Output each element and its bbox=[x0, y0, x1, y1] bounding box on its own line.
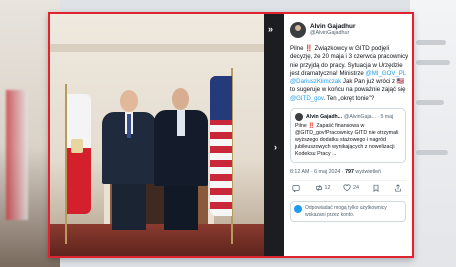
ghost-line bbox=[416, 150, 448, 155]
like-button[interactable]: 24 bbox=[343, 184, 359, 192]
mention-link[interactable]: @DariuszKlimczak bbox=[290, 78, 341, 85]
wall-moulding bbox=[50, 44, 264, 52]
timestamp[interactable]: 8:12 AM · 6 maj 2024 bbox=[290, 169, 340, 175]
quote-text: Pilne ‼️ Zapaść finansowa w @GITD_gov!Pr… bbox=[295, 122, 399, 158]
polish-flag bbox=[67, 94, 91, 214]
mention-link[interactable]: @MI_GOV_PL bbox=[366, 70, 407, 77]
ghost-line bbox=[416, 40, 446, 45]
background-right bbox=[410, 0, 456, 267]
share-icon bbox=[395, 184, 401, 192]
quoted-tweet[interactable]: Alvin Gajadh... @AlvinGaja... · 5 maj Pi… bbox=[290, 107, 406, 164]
reply-icon bbox=[292, 185, 300, 193]
retweet-button[interactable]: 12 bbox=[315, 184, 331, 192]
chevron-right-icon[interactable]: › bbox=[274, 142, 277, 152]
tweet-text: Pilne ‼️ Związkowcy w GITD podjęli decyz… bbox=[290, 45, 409, 102]
views-label: wyświetleń bbox=[355, 169, 382, 176]
us-flag bbox=[210, 76, 232, 216]
heart-icon bbox=[343, 184, 351, 192]
quote-author-handle: @AlvinGaja... · 5 maj bbox=[344, 113, 394, 120]
action-bar: 12 24 bbox=[290, 180, 406, 197]
flag-emblem bbox=[71, 139, 83, 153]
close-icon[interactable]: » bbox=[268, 24, 273, 34]
avatar[interactable] bbox=[290, 22, 306, 38]
modal-divider bbox=[264, 14, 284, 256]
highlight-frame: » › Alvin Gajadhur @AlvinGajadhur Pilne … bbox=[48, 12, 414, 258]
at-sign-icon bbox=[294, 205, 302, 214]
tweet-meta: 8:12 AM · 6 maj 2024 · 797 wyświetleń bbox=[290, 169, 382, 176]
ghost-line bbox=[416, 100, 444, 105]
bookmark-icon bbox=[373, 185, 378, 193]
views-count: 797 bbox=[345, 169, 354, 176]
quote-author-name: Alvin Gajadh... bbox=[306, 113, 343, 120]
tweet-author[interactable]: Alvin Gajadhur @AlvinGajadhur bbox=[290, 19, 406, 41]
mention-link[interactable]: @GITD_gov bbox=[290, 95, 324, 102]
author-handle[interactable]: @AlvinGajadhur bbox=[310, 30, 355, 37]
reply-restriction-note: Odpowiadać mogą tylko użytkownicy wskaza… bbox=[290, 201, 406, 223]
ghost-line bbox=[416, 60, 450, 65]
retweet-icon bbox=[315, 185, 322, 192]
tweet-panel: Alvin Gajadhur @AlvinGajadhur Pilne ‼️ Z… bbox=[284, 14, 412, 256]
avatar bbox=[295, 112, 303, 121]
tweet-photo[interactable] bbox=[50, 14, 264, 256]
background-flag bbox=[6, 90, 28, 220]
bookmark-button[interactable] bbox=[372, 184, 382, 193]
reply-button[interactable] bbox=[292, 184, 302, 193]
share-button[interactable] bbox=[394, 184, 404, 192]
